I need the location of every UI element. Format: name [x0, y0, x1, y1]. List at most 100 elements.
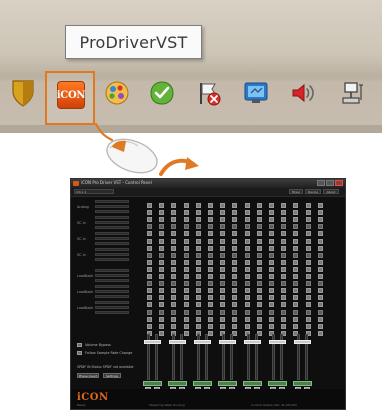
routing-cell[interactable]: [220, 238, 226, 244]
routing-cell[interactable]: [317, 316, 323, 322]
routing-cell[interactable]: [220, 309, 226, 315]
routing-cell[interactable]: [269, 281, 274, 287]
routing-cell[interactable]: [305, 224, 311, 230]
routing-cell[interactable]: [195, 252, 201, 258]
shield-icon[interactable]: [10, 78, 36, 108]
icon-prodriver-icon[interactable]: iCON: [57, 81, 86, 109]
strip-link-button[interactable]: [143, 381, 162, 386]
routing-cell[interactable]: [147, 259, 152, 265]
routing-cell[interactable]: [269, 302, 274, 308]
routing-cell[interactable]: [159, 281, 165, 287]
palette-icon[interactable]: [104, 80, 130, 106]
routing-cell[interactable]: [147, 288, 152, 294]
routing-cell[interactable]: [232, 288, 238, 294]
routing-cell[interactable]: [293, 295, 299, 301]
routing-cell[interactable]: [305, 295, 311, 301]
routing-cell[interactable]: [232, 309, 238, 315]
routing-cell[interactable]: [317, 274, 323, 279]
routing-cell[interactable]: [317, 245, 323, 251]
network-display-icon[interactable]: [243, 80, 269, 106]
routing-cell[interactable]: [183, 217, 189, 223]
routing-cell[interactable]: [195, 203, 201, 208]
routing-cell[interactable]: [183, 231, 189, 237]
routing-cell[interactable]: [220, 245, 226, 251]
routing-cell[interactable]: [208, 203, 213, 208]
routing-cell[interactable]: [281, 217, 287, 223]
routing-cell[interactable]: [171, 203, 177, 208]
routing-cell[interactable]: [317, 281, 323, 287]
routing-cell[interactable]: [147, 302, 152, 308]
routing-cell[interactable]: [256, 316, 262, 322]
routing-cell[interactable]: [183, 323, 189, 329]
routing-cell[interactable]: [256, 224, 262, 230]
routing-cell[interactable]: [147, 224, 152, 230]
routing-cell[interactable]: [281, 210, 287, 216]
routing-cell[interactable]: [159, 295, 165, 301]
routing-cell[interactable]: [256, 302, 262, 308]
routing-cell[interactable]: [159, 266, 165, 272]
fader-knob[interactable]: [169, 340, 186, 344]
routing-cell[interactable]: [244, 295, 250, 301]
routing-cell[interactable]: [269, 203, 274, 208]
routing-cell[interactable]: [281, 203, 287, 208]
routing-cell[interactable]: [232, 259, 238, 265]
routing-cell[interactable]: [208, 259, 213, 265]
routing-cell[interactable]: [281, 259, 287, 265]
routing-cell[interactable]: [183, 259, 189, 265]
routing-cell[interactable]: [281, 323, 287, 329]
routing-cell[interactable]: [220, 231, 226, 237]
routing-cell[interactable]: [183, 210, 189, 216]
routing-cell[interactable]: [147, 252, 152, 258]
routing-cell[interactable]: [305, 231, 311, 237]
routing-cell[interactable]: [317, 224, 323, 230]
routing-cell[interactable]: [305, 203, 311, 208]
routing-cell[interactable]: [281, 252, 287, 258]
routing-cell[interactable]: [159, 259, 165, 265]
routing-cell[interactable]: [232, 295, 238, 301]
strip-link-button[interactable]: [293, 381, 312, 386]
routing-cell[interactable]: [293, 323, 299, 329]
routing-cell[interactable]: [317, 309, 323, 315]
routing-cell[interactable]: [208, 323, 213, 329]
routing-cell[interactable]: [232, 302, 238, 308]
routing-cell[interactable]: [305, 288, 311, 294]
routing-cell[interactable]: [269, 295, 274, 301]
routing-cell[interactable]: [195, 316, 201, 322]
routing-cell[interactable]: [171, 302, 177, 308]
routing-cell[interactable]: [159, 217, 165, 223]
routing-cell[interactable]: [159, 210, 165, 216]
routing-cell[interactable]: [317, 210, 323, 216]
routing-cell[interactable]: [256, 266, 262, 272]
routing-cell[interactable]: [293, 281, 299, 287]
routing-cell[interactable]: [256, 245, 262, 251]
device-tab[interactable]: Device: [305, 189, 321, 194]
routing-cell[interactable]: [232, 245, 238, 251]
routing-cell[interactable]: [269, 316, 274, 322]
settings-button[interactable]: Settings: [103, 373, 121, 378]
routing-cell[interactable]: [183, 309, 189, 315]
routing-cell[interactable]: [293, 203, 299, 208]
routing-cell[interactable]: [232, 252, 238, 258]
routing-cell[interactable]: [208, 281, 213, 287]
routing-cell[interactable]: [281, 288, 287, 294]
routing-cell[interactable]: [317, 217, 323, 223]
routing-cell[interactable]: [195, 288, 201, 294]
routing-cell[interactable]: [305, 259, 311, 265]
routing-cell[interactable]: [317, 330, 323, 336]
volume-bypass-checkbox[interactable]: [77, 343, 82, 347]
routing-cell[interactable]: [269, 210, 274, 216]
routing-cell[interactable]: [208, 252, 213, 258]
routing-cell[interactable]: [305, 274, 311, 279]
routing-cell[interactable]: [171, 274, 177, 279]
routing-cell[interactable]: [208, 302, 213, 308]
minimize-button[interactable]: [317, 180, 325, 186]
speaker-icon[interactable]: [290, 80, 316, 106]
routing-cell[interactable]: [232, 203, 238, 208]
routing-cell[interactable]: [159, 323, 165, 329]
routing-cell[interactable]: [281, 302, 287, 308]
routing-cell[interactable]: [220, 323, 226, 329]
close-button[interactable]: [335, 180, 343, 186]
routing-cell[interactable]: [244, 252, 250, 258]
routing-cell[interactable]: [293, 288, 299, 294]
routing-cell[interactable]: [293, 231, 299, 237]
